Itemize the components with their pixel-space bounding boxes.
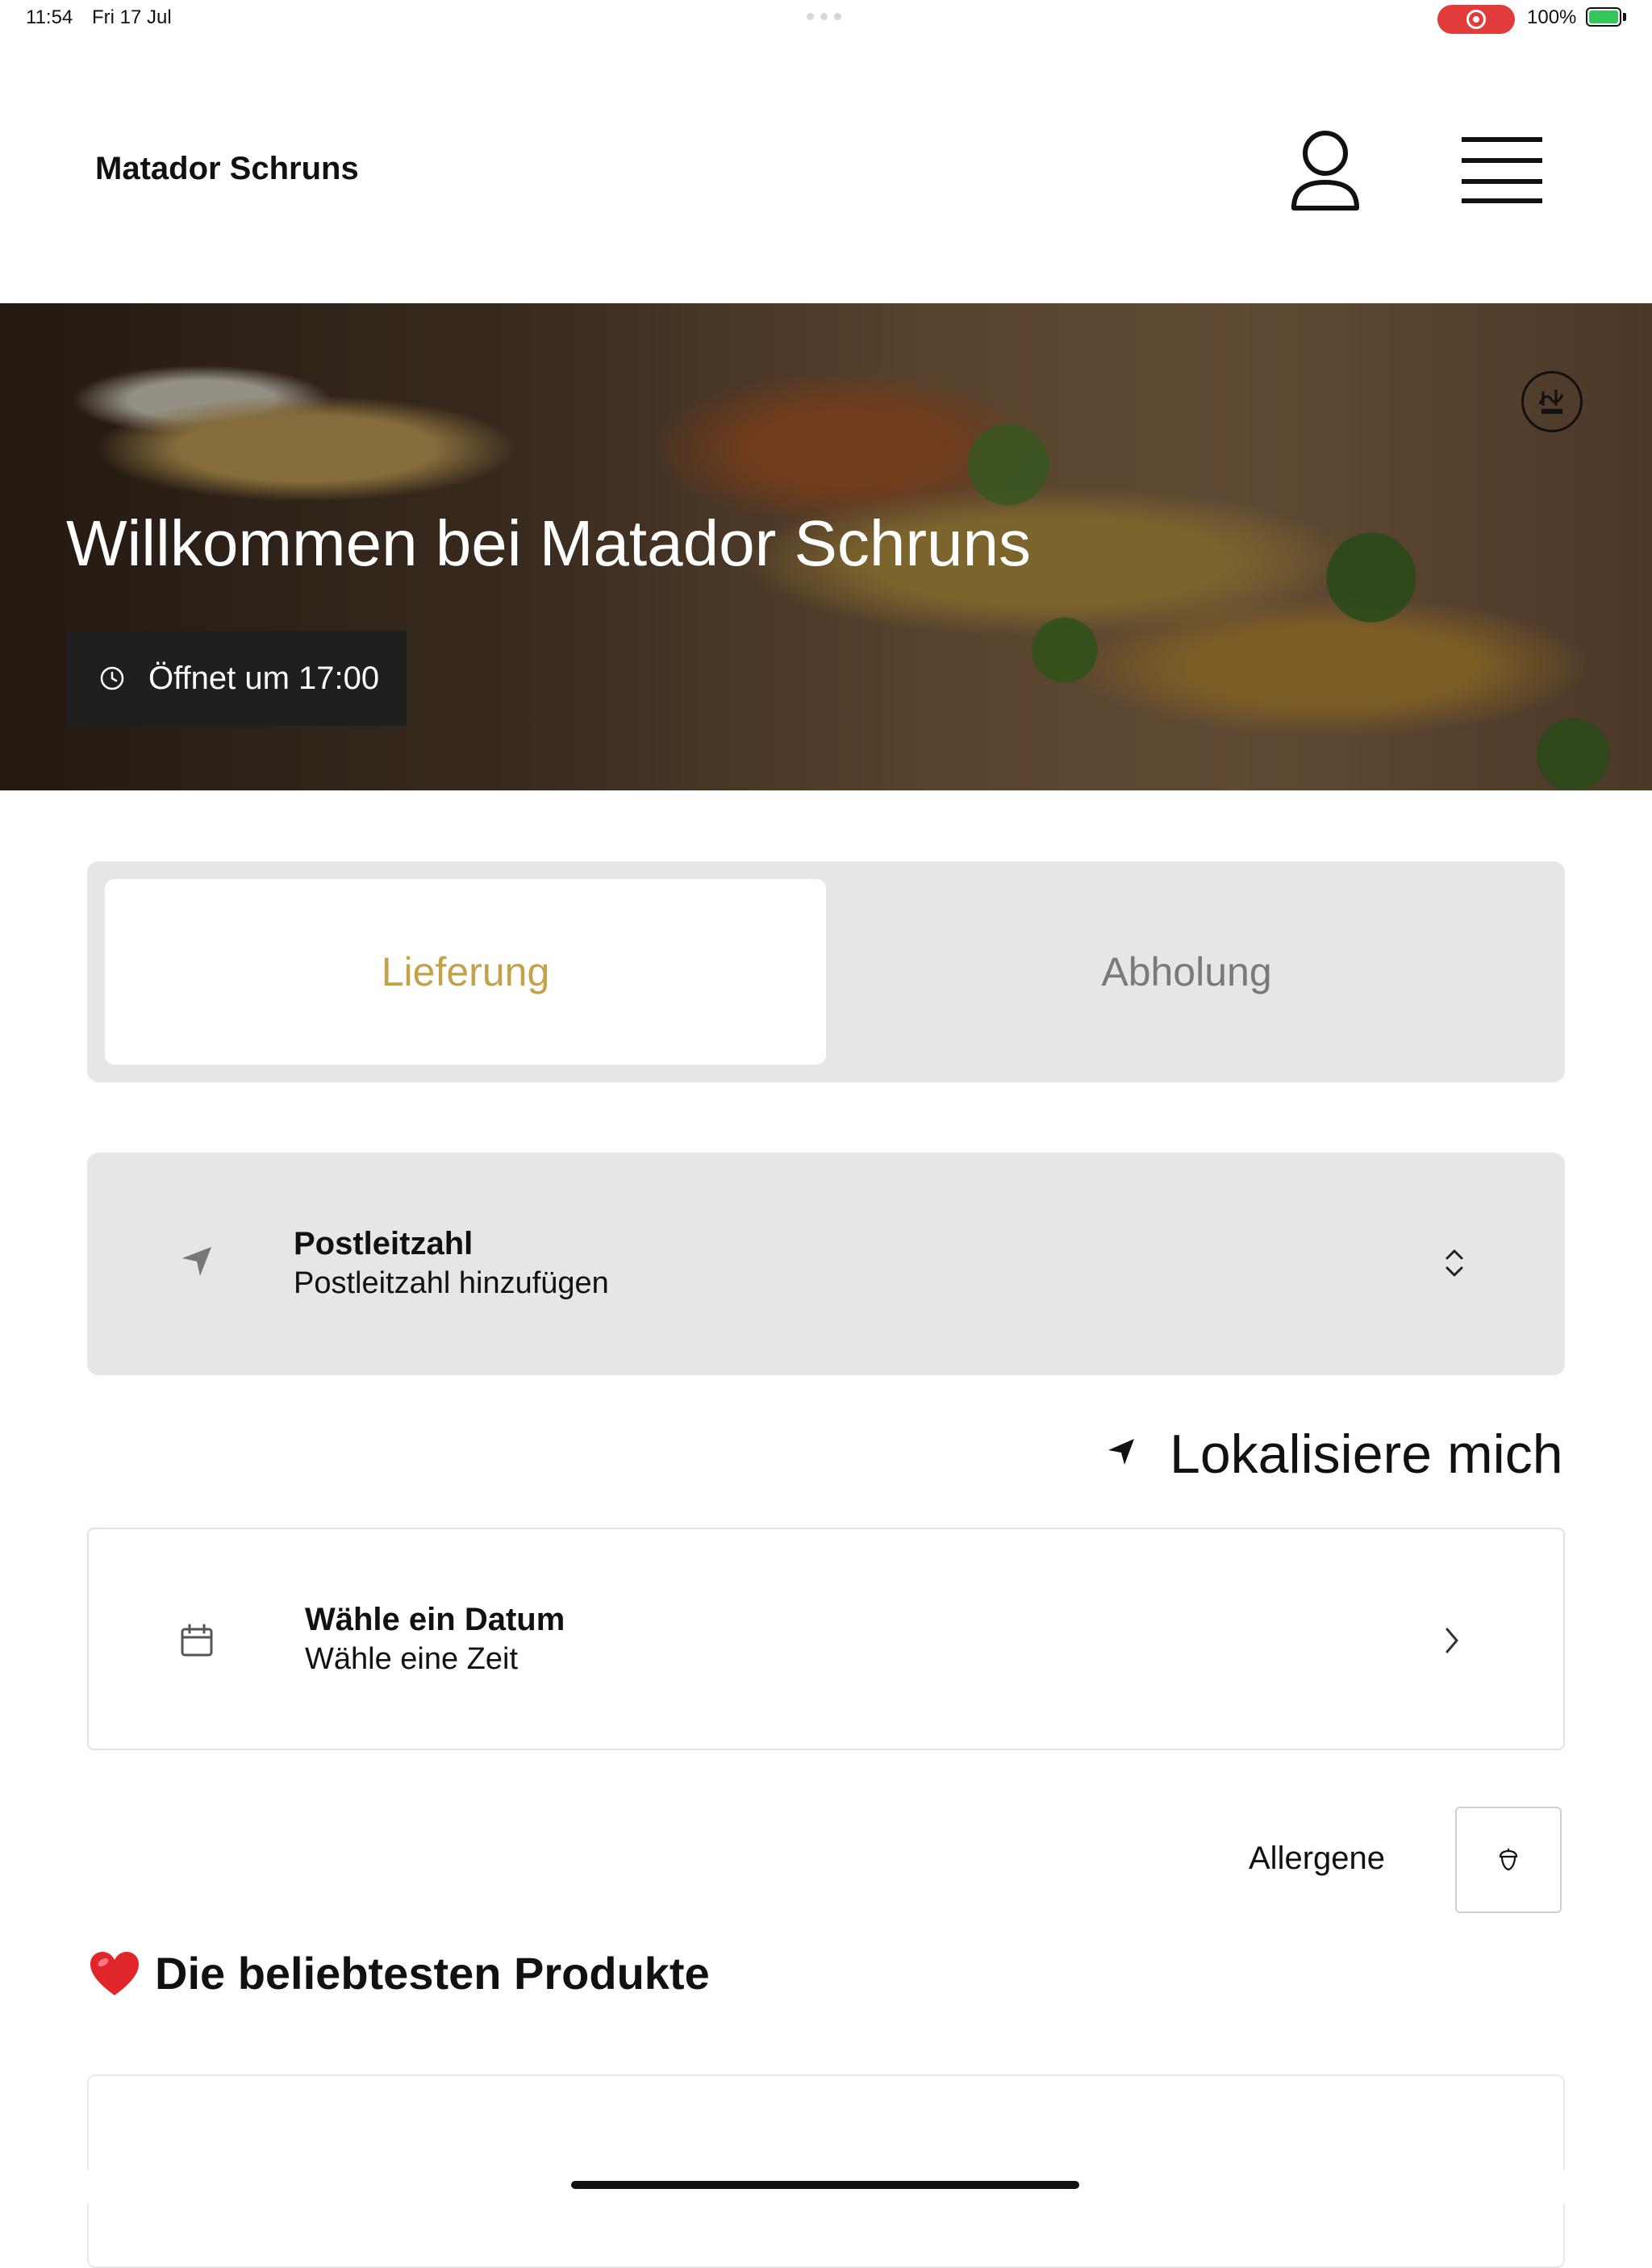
- postal-code-value: Postleitzahl hinzufügen: [294, 1266, 609, 1300]
- status-time: 11:54: [26, 6, 73, 28]
- choose-date-label: Wähle ein Datum: [305, 1602, 565, 1637]
- tab-pickup[interactable]: Abholung: [826, 879, 1547, 1065]
- popular-products-title: Die beliebtesten Produkte: [155, 1948, 710, 1999]
- multitasking-dots-icon[interactable]: [807, 13, 841, 20]
- postal-code-label: Postleitzahl: [294, 1226, 473, 1261]
- choose-time-label: Wähle eine Zeit: [305, 1642, 519, 1676]
- calendar-icon: [181, 1624, 213, 1657]
- locate-me-link[interactable]: Lokalisiere mich: [1170, 1423, 1563, 1486]
- chevron-up-down-icon: [1446, 1249, 1463, 1277]
- postal-code-selector[interactable]: [87, 1153, 1565, 1375]
- date-time-picker[interactable]: [87, 1528, 1565, 1750]
- allergens-label: Allergene: [1249, 1841, 1386, 1876]
- user-icon[interactable]: [1289, 127, 1362, 216]
- screen-recording-indicator[interactable]: [1437, 5, 1515, 34]
- chevron-right-icon: [1446, 1628, 1458, 1653]
- record-icon: [1466, 10, 1486, 29]
- restaurant-name[interactable]: Matador Schruns: [95, 151, 359, 187]
- hero-title: Willkommen bei Matador Schruns: [66, 507, 1031, 579]
- opening-hours-text: Öffnet um 17:00: [148, 660, 380, 696]
- location-arrow-icon[interactable]: [1105, 1436, 1137, 1468]
- clock-icon: [100, 666, 124, 690]
- home-indicator[interactable]: [571, 2181, 1079, 2189]
- acorn-icon: [1499, 1849, 1518, 1871]
- battery-icon: [1586, 7, 1621, 27]
- popular-products-heading: Die beliebtesten Produkte: [89, 1947, 710, 1999]
- battery-nub: [1623, 13, 1626, 21]
- halal-seal-graphic: [1538, 390, 1564, 414]
- allergens-button[interactable]: [1455, 1807, 1562, 1913]
- hamburger-menu-icon[interactable]: [1462, 135, 1542, 205]
- battery-percentage: 100%: [1527, 6, 1577, 28]
- navigation-arrow-icon: [182, 1247, 211, 1276]
- heart-icon: [90, 1951, 139, 1995]
- tab-delivery[interactable]: Lieferung: [105, 879, 826, 1065]
- halal-badge-icon: [1521, 371, 1583, 432]
- status-date: Fri 17 Jul: [92, 6, 172, 28]
- opening-hours-badge: Öffnet um 17:00: [66, 631, 407, 726]
